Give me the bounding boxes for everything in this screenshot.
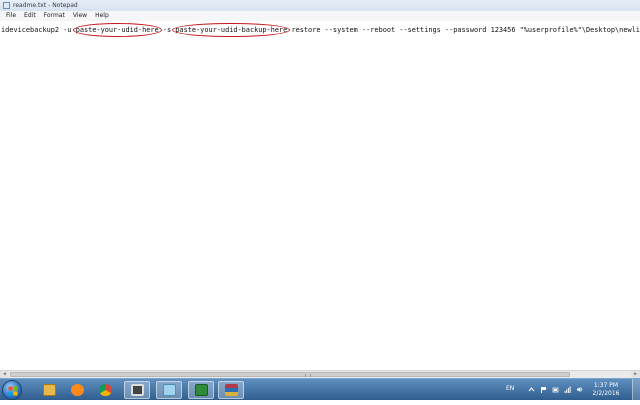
archive-icon xyxy=(224,384,238,396)
language-indicator[interactable]: EN xyxy=(506,385,514,392)
udid-placeholder: paste-your-udid-here xyxy=(75,26,159,34)
taskbar-explorer-button[interactable] xyxy=(36,381,62,399)
volume-icon[interactable] xyxy=(576,386,583,393)
clock[interactable]: 1:37 PM 2/2/2016 xyxy=(590,382,622,398)
explorer-icon xyxy=(42,384,56,396)
taskbar-archive-button[interactable] xyxy=(218,381,244,399)
show-desktop-button[interactable] xyxy=(632,379,640,401)
taskbar-media-player-button[interactable] xyxy=(64,381,90,399)
scroll-grip-icon xyxy=(305,374,311,377)
spreadsheet-icon xyxy=(194,384,208,396)
menu-help[interactable]: Help xyxy=(91,11,113,21)
notepad-window: readme.txt - Notepad File Edit Format Vi… xyxy=(0,0,640,378)
menu-view[interactable]: View xyxy=(69,11,91,21)
clock-date: 2/2/2016 xyxy=(592,390,620,397)
editor-line: idevicebackup2 -u paste-your-udid-here -… xyxy=(1,25,640,35)
title-bar[interactable]: readme.txt - Notepad xyxy=(0,0,640,11)
menu-edit[interactable]: Edit xyxy=(20,11,40,21)
taskbar-chrome-button[interactable] xyxy=(92,381,118,399)
text-editor[interactable]: idevicebackup2 -u paste-your-udid-here -… xyxy=(0,21,640,370)
system-tray: EN 1:37 PM 2/2/2016 xyxy=(500,379,640,401)
windows-logo-icon xyxy=(8,386,18,396)
taskbar-notepad-button[interactable] xyxy=(156,381,182,399)
media-player-icon xyxy=(70,384,84,396)
network-icon[interactable] xyxy=(564,386,571,393)
taskbar-spreadsheet-button[interactable] xyxy=(188,381,214,399)
notepad-app-icon xyxy=(3,2,10,9)
horizontal-scrollbar[interactable]: ◂ ▸ xyxy=(0,370,640,378)
notepad-icon xyxy=(162,384,176,396)
command-suffix: restore --system --reboot --settings --p… xyxy=(287,26,640,34)
taskbar-camera-button[interactable] xyxy=(124,381,150,399)
scroll-left-arrow-icon[interactable]: ◂ xyxy=(0,371,9,378)
menu-file[interactable]: File xyxy=(2,11,20,21)
window-title: readme.txt - Notepad xyxy=(13,2,78,9)
start-button[interactable] xyxy=(2,380,22,400)
action-center-flag-icon[interactable] xyxy=(540,386,547,393)
command-prefix: idevicebackup2 -u xyxy=(1,26,76,34)
scroll-right-arrow-icon[interactable]: ▸ xyxy=(631,371,640,378)
camera-icon xyxy=(130,384,144,396)
menu-format[interactable]: Format xyxy=(40,11,69,21)
chrome-icon xyxy=(98,384,112,396)
menu-bar: File Edit Format View Help xyxy=(0,11,640,21)
clock-time: 1:37 PM xyxy=(593,382,619,389)
battery-icon[interactable] xyxy=(552,386,559,393)
taskbar: EN 1:37 PM 2/2/2016 xyxy=(0,378,640,401)
show-hidden-icons-icon[interactable] xyxy=(528,386,535,393)
scroll-thumb[interactable] xyxy=(10,372,570,377)
backup-udid-placeholder: paste-your-udid-backup-here xyxy=(175,26,288,34)
